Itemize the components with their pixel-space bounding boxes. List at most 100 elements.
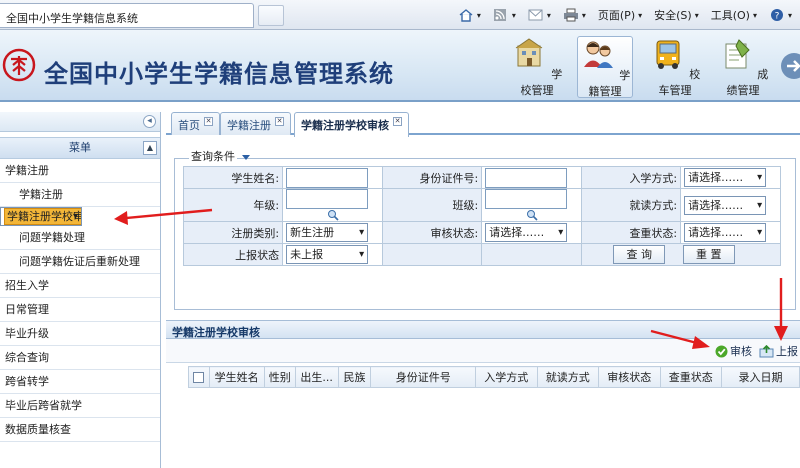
- report-button[interactable]: 上报: [759, 343, 798, 359]
- list-header: 学籍注册学校审核: [166, 320, 800, 339]
- tab-label: 首页: [178, 119, 200, 132]
- col-ethnicity[interactable]: 民族: [337, 366, 372, 388]
- grade-input[interactable]: [286, 189, 369, 209]
- system-title: 全国中小学生学籍信息管理系统: [44, 59, 394, 88]
- check-icon: [715, 345, 728, 357]
- nav-student-records[interactable]: 学籍管理: [577, 36, 633, 98]
- new-tab-button[interactable]: [258, 5, 284, 26]
- sidebar-group-transfer[interactable]: 跨省转学: [0, 370, 160, 394]
- school-management-icon: [515, 38, 543, 67]
- sidebar-item-register[interactable]: 学籍注册: [0, 183, 160, 207]
- sidebar-collapse-button[interactable]: ◂: [143, 115, 156, 128]
- search-button[interactable]: 查 询: [613, 245, 666, 264]
- tab-school-review[interactable]: 学籍注册学校审核 ✕: [294, 112, 409, 137]
- list-title: 学籍注册学校审核: [172, 326, 260, 339]
- help-button[interactable]: ? ▾: [765, 8, 796, 22]
- review-button[interactable]: 审核: [715, 343, 752, 359]
- browser-tab[interactable]: 全国中小学生学籍信息系统: [0, 3, 254, 28]
- nav-scroll-right-icon[interactable]: [774, 52, 800, 80]
- col-entry-date[interactable]: 录入日期: [721, 366, 800, 388]
- ministry-logo-icon: [2, 48, 36, 82]
- reg-type-select[interactable]: 新生注册: [286, 223, 369, 242]
- col-dup[interactable]: 查重状态: [659, 366, 722, 388]
- sidebar-item-school-review[interactable]: 学籍注册学校审核: [0, 207, 82, 226]
- safety-menu[interactable]: 安全(S) ▾: [650, 7, 703, 23]
- close-icon[interactable]: ✕: [204, 117, 213, 126]
- class-label: 班级:: [381, 188, 483, 222]
- print-icon: [563, 8, 578, 22]
- study-method-label: 就读方式:: [581, 188, 682, 222]
- sidebar-group-quality[interactable]: 数据质量核查: [0, 418, 160, 442]
- dup-status-select[interactable]: 请选择……: [684, 223, 767, 242]
- select-all-checkbox[interactable]: [193, 372, 205, 383]
- col-study[interactable]: 就读方式: [536, 366, 599, 388]
- upload-icon: [759, 344, 774, 357]
- school-bus-icon: [656, 40, 680, 69]
- class-input[interactable]: [485, 189, 568, 209]
- sidebar-group-registration[interactable]: 学籍注册: [0, 159, 160, 183]
- rss-feed-button[interactable]: ▾: [489, 8, 520, 22]
- enroll-method-select[interactable]: 请选择……: [684, 168, 767, 187]
- search-icon[interactable]: [526, 209, 538, 221]
- nav-school-management[interactable]: 学校管理: [508, 36, 566, 98]
- chevron-up-icon[interactable]: ▲: [143, 141, 157, 155]
- sidebar: ◂ 菜单 ▲ 学籍注册 学籍注册 学籍注册学校审核 问题学籍处理 问题学籍佐证后…: [0, 112, 161, 468]
- tab-register[interactable]: 学籍注册 ✕: [220, 112, 291, 135]
- search-icon[interactable]: [327, 209, 339, 221]
- home-icon: [459, 9, 473, 22]
- help-icon: ?: [770, 9, 783, 22]
- sidebar-group-graduation[interactable]: 毕业升级: [0, 322, 160, 346]
- query-legend[interactable]: 查询条件: [189, 148, 250, 164]
- tab-home[interactable]: 首页 ✕: [171, 112, 220, 135]
- review-status-label: 审核状态:: [381, 221, 483, 244]
- empty-cell: [381, 243, 483, 266]
- nav-label: 学籍管理: [588, 69, 631, 98]
- col-birth[interactable]: 出生...: [294, 366, 339, 388]
- close-icon[interactable]: ✕: [275, 117, 284, 126]
- tools-menu[interactable]: 工具(O) ▾: [707, 7, 761, 23]
- reg-type-label: 注册类别:: [182, 221, 284, 244]
- app-banner: 全国中小学生学籍信息管理系统 学校管理 学籍管理 校车管理 成绩管理: [0, 30, 800, 102]
- nav-school-bus[interactable]: 校车管理: [646, 36, 704, 98]
- svg-text:?: ?: [775, 12, 780, 22]
- study-method-select[interactable]: 请选择……: [684, 195, 767, 215]
- browser-command-bar: ▾ ▾ ▾ ▾ 页面(P) ▾ 安全(S) ▾ 工具(O) ▾ ? ▾: [454, 5, 796, 25]
- home-button[interactable]: ▾: [454, 8, 485, 22]
- col-enroll[interactable]: 入学方式: [475, 366, 538, 388]
- nav-label: 学校管理: [520, 68, 563, 97]
- student-name-label: 学生姓名:: [182, 166, 284, 189]
- report-status-select[interactable]: 未上报: [286, 245, 369, 264]
- sidebar-group-enrollment[interactable]: 招生入学: [0, 274, 160, 298]
- query-legend-label: 查询条件: [189, 150, 237, 163]
- reset-button[interactable]: 重 置: [682, 245, 735, 264]
- nav-grades[interactable]: 成绩管理: [714, 36, 772, 98]
- student-records-icon: [583, 41, 613, 68]
- enroll-method-label: 入学方式:: [581, 166, 682, 189]
- sidebar-group-post-grad[interactable]: 毕业后跨省就学: [0, 394, 160, 418]
- page-menu[interactable]: 页面(P) ▾: [594, 7, 646, 23]
- id-number-label: 身份证件号:: [381, 166, 483, 189]
- mail-button[interactable]: ▾: [524, 8, 555, 22]
- list-toolbar: 审核 上报: [166, 339, 800, 363]
- close-icon[interactable]: ✕: [393, 117, 402, 126]
- col-gender[interactable]: 性别: [263, 366, 296, 388]
- col-review[interactable]: 审核状态: [598, 366, 661, 388]
- tab-label: 学籍注册学校审核: [301, 119, 389, 132]
- query-form: 学生姓名: 身份证件号: 入学方式: 请选择…… 年级: 班级: 就读方式: 请…: [182, 166, 781, 266]
- sidebar-item-reprocess[interactable]: 问题学籍佐证后重新处理: [0, 250, 160, 274]
- id-number-input[interactable]: [485, 167, 568, 188]
- student-name-input[interactable]: [286, 167, 369, 188]
- content-tabs: 首页 ✕ 学籍注册 ✕ 学籍注册学校审核 ✕: [166, 110, 800, 137]
- mail-icon: [528, 9, 543, 21]
- sidebar-item-problem[interactable]: 问题学籍处理: [0, 226, 160, 250]
- col-id[interactable]: 身份证件号: [370, 366, 476, 388]
- col-name[interactable]: 学生姓名: [208, 366, 265, 388]
- grid-body: [166, 388, 800, 468]
- print-button[interactable]: ▾: [559, 8, 590, 22]
- sidebar-group-query[interactable]: 综合查询: [0, 346, 160, 370]
- report-button-label: 上报: [776, 345, 798, 358]
- sidebar-menu-header: 菜单 ▲: [0, 137, 160, 159]
- sidebar-group-daily[interactable]: 日常管理: [0, 298, 160, 322]
- review-status-select[interactable]: 请选择……: [485, 223, 568, 242]
- browser-toolbar: 全国中小学生学籍信息系统 ▾ ▾ ▾ ▾ 页面(P) ▾ 安全(S) ▾ 工具(O)…: [0, 0, 800, 30]
